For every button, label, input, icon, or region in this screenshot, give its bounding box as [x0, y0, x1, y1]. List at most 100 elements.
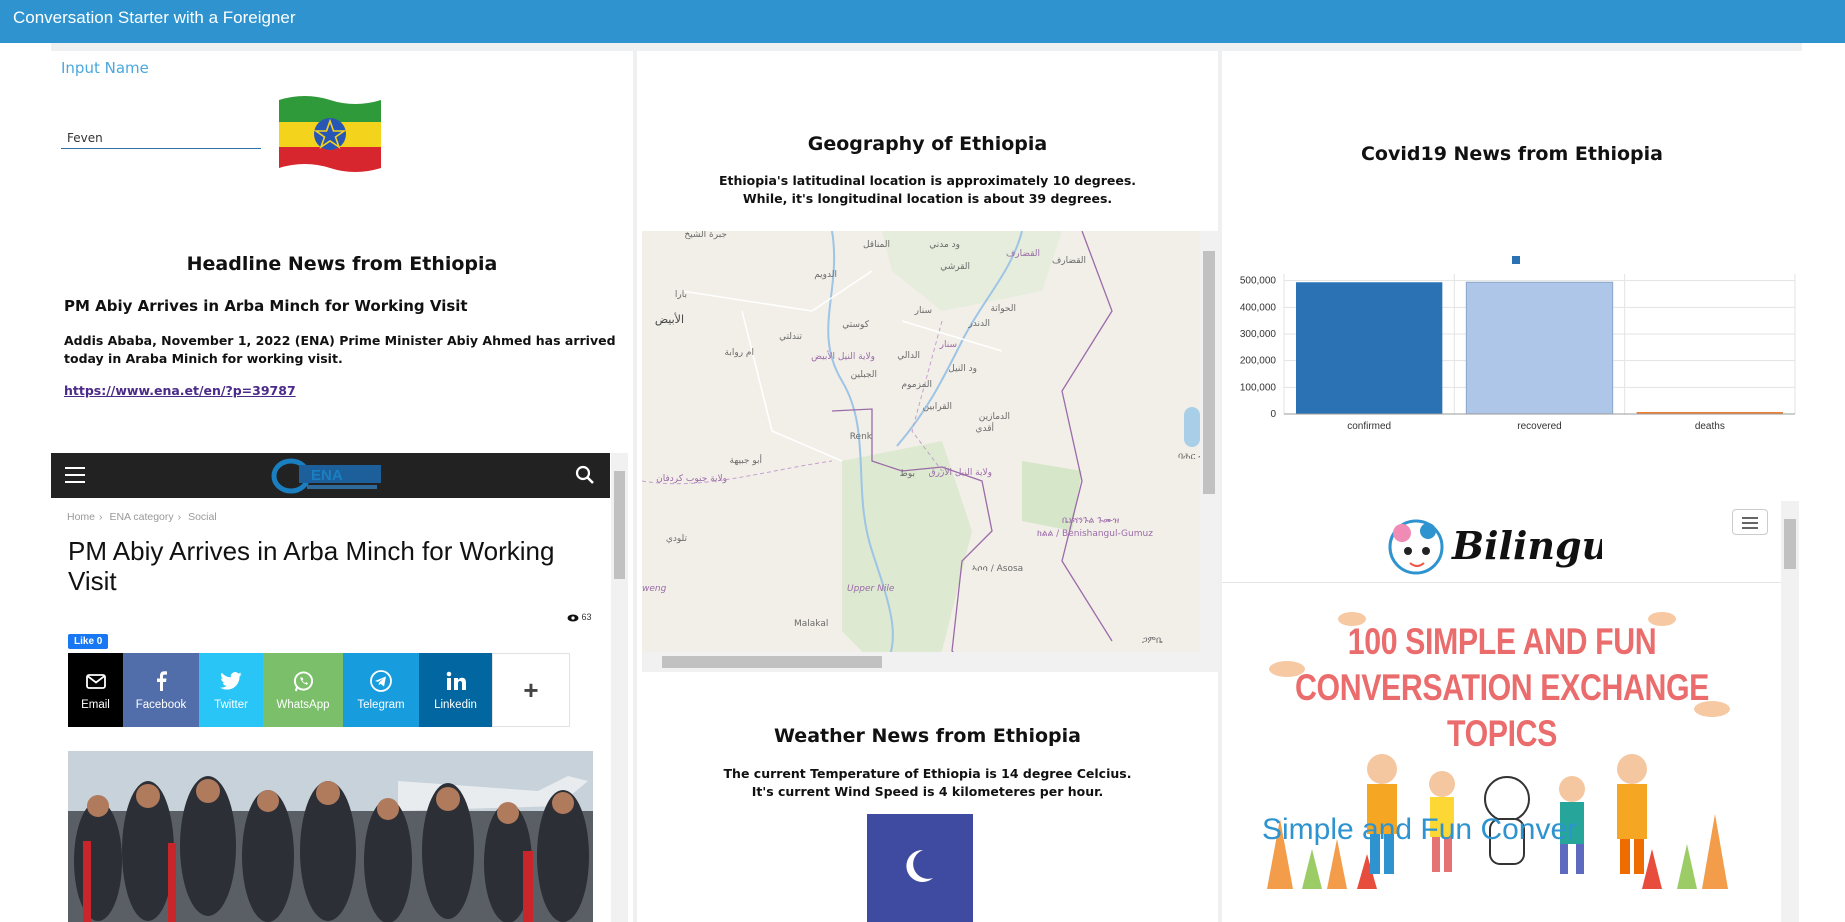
geography-longitude-text: While, it's longitudinal location is abo… [742, 191, 1113, 206]
geography-latitude-text: Ethiopia's latitudinal location is appro… [718, 173, 1137, 188]
share-bar: Email Facebook Twitter WhatsApp Telegram [68, 653, 570, 727]
share-linkedin-button[interactable]: Linkedin [419, 653, 492, 727]
ena-article-title: PM Abiy Arrives in Arba Minch for Workin… [68, 536, 555, 596]
bilingua-header: Bilingua [1222, 501, 1781, 583]
covid-column: Covid19 News from Ethiopia 0 100,000 200,0… [1222, 51, 1802, 922]
breadcrumb: Home › ENA category › Social [67, 511, 217, 523]
map-label: القضارف [1006, 249, 1040, 259]
breadcrumb-category[interactable]: ENA category [109, 511, 173, 523]
map-label: الدالي [897, 351, 920, 361]
bilingua-scrollbar[interactable] [1781, 501, 1799, 922]
weather-wind-text: It's current Wind Speed is 4 kilometeres… [751, 784, 1104, 799]
map-vertical-scrollbar[interactable] [1200, 231, 1218, 652]
map-label: Upper Nile [847, 584, 895, 594]
breadcrumb-social[interactable]: Social [188, 511, 217, 523]
telegram-icon [370, 670, 392, 692]
weather-condition-panel [867, 814, 973, 922]
moon-icon [906, 849, 933, 882]
ena-article-frame[interactable]: ENA Home › ENA category › Social PM Abiy A… [51, 453, 633, 922]
map-label: القرابين [923, 402, 952, 412]
covid-chart: 0 100,000 200,000 300,000 400,000 500,000 conf… [1240, 256, 1796, 432]
headline-column: Input Name Headline News from Ethiopia P… [51, 51, 633, 922]
bilingua-logo-text: Bilingua [1451, 523, 1602, 568]
weather-title: Weather News from Ethiopia [774, 725, 1081, 747]
poster-title: 100 SIMPLE AND FUN CONVERSATION EXCHANGE… [1295, 621, 1709, 754]
map-label: ولاية جنوب كردفان [656, 474, 727, 484]
geography-title: Geography of Ethiopia [807, 133, 1048, 155]
view-count-value: 63 [581, 612, 592, 622]
bilingua-logo[interactable]: Bilingua [1372, 507, 1602, 581]
map-label: ولاية النيل الأبيض [811, 350, 875, 362]
article-scroll-thumb[interactable] [614, 471, 625, 579]
article-link[interactable]: https://www.ena.et/en/?p=39787 [64, 383, 296, 398]
eye-icon [567, 614, 579, 622]
map-label: الحواتة [990, 304, 1016, 314]
map-label: المناقل [863, 240, 890, 250]
search-icon[interactable] [575, 465, 595, 485]
chart-y-tick-label: 200,000 [1240, 356, 1277, 367]
share-twitter-button[interactable]: Twitter [199, 653, 263, 727]
map-vscroll-thumb[interactable] [1203, 251, 1215, 494]
chart-legend-marker [1512, 256, 1520, 264]
map-label: ام روابة [725, 348, 754, 358]
share-more-button[interactable]: + [492, 653, 570, 727]
covid-title: Covid19 News from Ethiopia [1360, 143, 1663, 165]
bilingua-menu-icon[interactable] [1732, 509, 1768, 535]
map-label: ክልል / Benishangul-Gumuz [1037, 529, 1153, 539]
twitter-icon [220, 672, 242, 690]
email-icon [85, 673, 106, 689]
share-telegram-button[interactable]: Telegram [343, 653, 419, 727]
map-label: بارا [675, 290, 687, 300]
ena-navbar: ENA [51, 453, 610, 498]
bilingua-poster: 100 SIMPLE AND FUN CONVERSATION EXCHANGE… [1242, 599, 1762, 922]
dashboard: Input Name Headline News from Ethiopia P… [51, 43, 1802, 922]
map-hscroll-thumb[interactable] [662, 656, 882, 668]
chart-y-tick-label: 100,000 [1240, 382, 1277, 393]
map-label: ጋምቤ [1142, 636, 1163, 646]
plus-icon: + [523, 674, 539, 705]
menu-icon[interactable] [65, 467, 85, 483]
linkedin-icon [446, 671, 466, 690]
map-label: ولاية النيل الأزرق [929, 466, 992, 478]
map-label: المزموم [902, 380, 932, 390]
map-label: الدندر [967, 319, 990, 329]
article-photo [68, 751, 593, 922]
map-label: سنار [939, 340, 957, 350]
ethiopia-map[interactable]: جبرة الشيخ المناقل ود مدني القضارف القضا… [642, 231, 1218, 672]
map-label: تندلتي [779, 332, 802, 342]
chart-x-tick-label: confirmed [1347, 421, 1391, 432]
whatsapp-icon [293, 670, 313, 691]
map-label: الجبلين [851, 370, 877, 380]
geography-column: Geography of Ethiopia Ethiopia's latitud… [637, 51, 1218, 922]
facebook-like-button[interactable]: Like 0 [68, 634, 109, 649]
app-title-bar: Conversation Starter with a Foreigner [0, 0, 1845, 43]
headline-section-title: Headline News from Ethiopia [186, 253, 498, 275]
chart-y-tick-label: 500,000 [1240, 276, 1277, 287]
map-label: بوط [900, 469, 915, 479]
share-whatsapp-button[interactable]: WhatsApp [263, 653, 343, 727]
bilingua-scroll-thumb[interactable] [1784, 519, 1796, 569]
chart-y-tick-label: 0 [1270, 409, 1276, 420]
weather-temperature-text: The current Temperature of Ethiopia is 1… [723, 766, 1132, 781]
share-facebook-button[interactable]: Facebook [123, 653, 199, 727]
breadcrumb-home[interactable]: Home [67, 511, 95, 523]
map-label: القضارف [1052, 256, 1086, 266]
geography-text: Ethiopia's latitudinal location is appro… [637, 172, 1218, 208]
ethiopia-flag-icon [279, 96, 381, 172]
article-scrollbar[interactable] [611, 453, 628, 922]
map-label: weng [642, 584, 667, 594]
bilingua-frame[interactable]: Bilingua [1222, 501, 1802, 922]
name-input[interactable] [61, 128, 261, 149]
weather-text: The current Temperature of Ethiopia is 1… [637, 765, 1218, 801]
map-label: ኣሶሳ / Asosa [972, 564, 1023, 574]
map-label: الدمازين [979, 412, 1010, 422]
article-body: Addis Ababa, November 1, 2022 (ENA) Prim… [64, 333, 616, 366]
ena-logo[interactable]: ENA [269, 457, 393, 495]
map-label: الدويم [814, 270, 837, 280]
map-canvas[interactable]: جبرة الشيخ المناقل ود مدني القضارف القضا… [642, 231, 1218, 672]
map-label: Malakal [794, 619, 828, 629]
chart-x-tick-label: recovered [1517, 421, 1561, 432]
share-email-button[interactable]: Email [68, 653, 123, 727]
chart-y-tick-label: 300,000 [1240, 329, 1277, 340]
map-horizontal-scrollbar[interactable] [642, 652, 1218, 672]
